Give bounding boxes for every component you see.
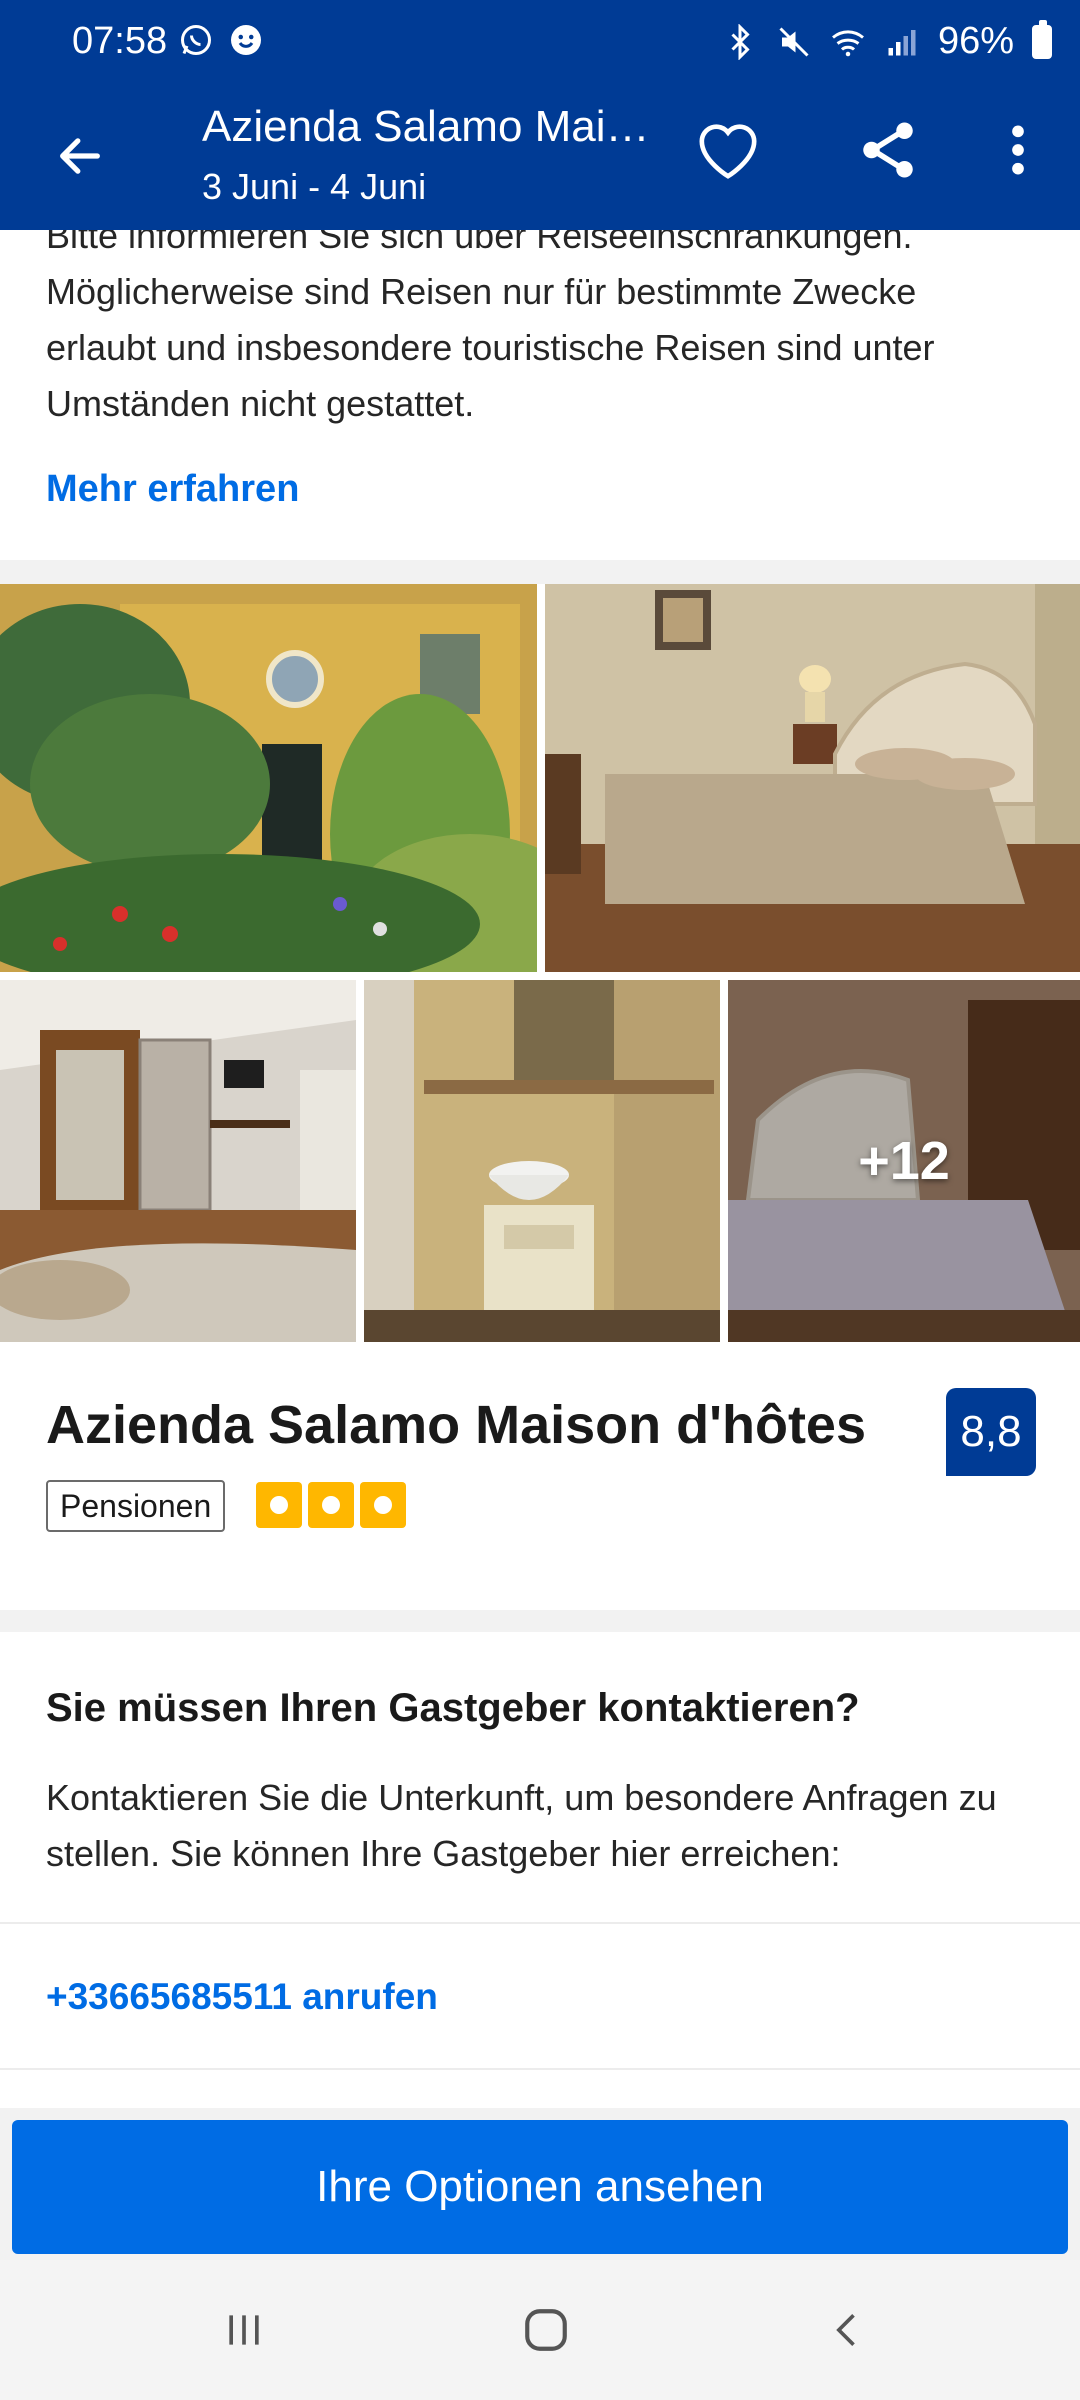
travel-notice: Bitte informieren Sie sich über Reiseein… — [0, 230, 1080, 560]
star-icon — [360, 1482, 406, 1528]
arrow-left-icon — [60, 138, 100, 174]
home-button[interactable] — [496, 2290, 596, 2370]
contact-heading: Sie müssen Ihren Gastgeber kontaktieren? — [46, 1686, 860, 1730]
see-options-button[interactable]: Ihre Optionen ansehen — [12, 2120, 1068, 2254]
mute-icon — [779, 26, 809, 57]
photo-bedroom-3[interactable]: +12 — [728, 980, 1080, 1342]
star-icon — [256, 1482, 302, 1528]
app-header: Azienda Salamo Mai… 3 Juni - 4 Juni — [0, 88, 1080, 230]
photo-bedroom-1[interactable] — [545, 584, 1080, 972]
favorite-button[interactable] — [688, 110, 768, 190]
call-host-link[interactable]: +33665685511 anrufen — [46, 1976, 438, 2018]
star-icon — [308, 1482, 354, 1528]
photo-bathroom[interactable] — [364, 980, 720, 1342]
back-icon — [836, 2314, 855, 2346]
system-back-button[interactable] — [798, 2290, 898, 2370]
bluetooth-icon — [731, 23, 750, 60]
share-icon — [863, 122, 913, 178]
back-button[interactable] — [40, 116, 120, 196]
star-rating — [256, 1482, 406, 1528]
chat-bubble-icon — [231, 25, 261, 55]
learn-more-link[interactable]: Mehr erfahren — [46, 468, 299, 511]
status-bar: 07:58 96% — [0, 0, 1080, 88]
stay-dates: 3 Juni - 4 Juni — [202, 166, 427, 207]
photo-gallery: +12 — [0, 584, 1080, 1342]
recent-apps-button[interactable] — [194, 2290, 294, 2370]
status-time: 07:58 — [72, 20, 168, 62]
home-icon — [525, 2309, 567, 2351]
recent-apps-icon — [229, 2315, 259, 2345]
whatsapp-icon — [181, 25, 211, 55]
divider — [0, 2068, 1080, 2070]
more-options-button[interactable] — [978, 110, 1058, 190]
section-divider — [0, 1610, 1080, 1632]
more-photos-count: +12 — [858, 1131, 950, 1191]
more-vertical-icon — [1012, 125, 1024, 175]
photo-garden-facade[interactable] — [0, 584, 537, 972]
heart-icon — [699, 124, 757, 179]
section-divider — [0, 560, 1080, 584]
wifi-icon — [831, 29, 864, 56]
page-title: Azienda Salamo Mai… — [202, 102, 650, 151]
photo-bedroom-2[interactable] — [0, 980, 356, 1342]
property-name: Azienda Salamo Maison d'hôtes — [46, 1395, 866, 1455]
system-nav-bar — [0, 2260, 1080, 2400]
signal-icon — [888, 29, 916, 55]
share-button[interactable] — [848, 110, 928, 190]
notice-text: Bitte informieren Sie sich über Reiseein… — [46, 230, 935, 424]
review-score-badge[interactable]: 8,8 — [946, 1388, 1036, 1476]
contact-description: Kontaktieren Sie die Unterkunft, um beso… — [46, 1777, 997, 1874]
battery-percent: 96% — [937, 20, 1014, 62]
divider — [0, 1922, 1080, 1924]
property-type-badge: Pensionen — [46, 1480, 226, 1532]
battery-icon — [1032, 19, 1052, 59]
